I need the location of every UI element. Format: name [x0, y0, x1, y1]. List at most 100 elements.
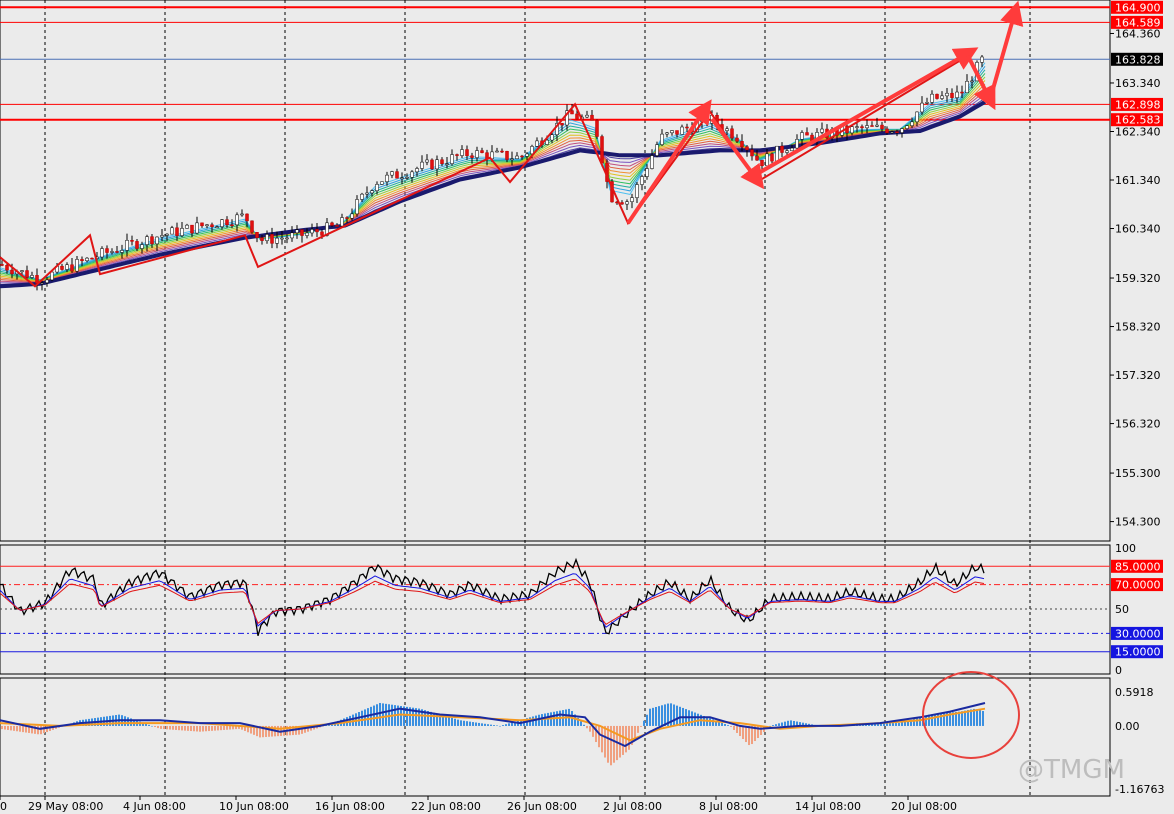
candle-body [450, 154, 454, 164]
macd-histogram-bar [742, 725, 744, 740]
macd-histogram-bar [172, 725, 174, 730]
candle-body [905, 125, 909, 129]
candle-body [60, 265, 64, 270]
candle-body [220, 219, 224, 227]
macd-histogram-bar [469, 721, 471, 726]
candle-body [320, 231, 324, 236]
macd-histogram-bar [40, 725, 42, 735]
candle-body [235, 214, 239, 226]
candle-body [500, 150, 504, 153]
macd-histogram-bar [505, 724, 507, 726]
candle-body [795, 139, 799, 149]
macd-histogram-bar [901, 722, 903, 726]
candle-body [620, 202, 624, 205]
time-label: 26 Jun 08:00 [507, 800, 577, 813]
candle-body [600, 136, 604, 164]
macd-histogram-bar [748, 725, 750, 746]
macd-histogram-bar [208, 725, 210, 732]
price-tick-label: 154.300 [1115, 516, 1161, 529]
candle-body [375, 184, 379, 191]
candle-body [365, 192, 369, 195]
macd-histogram-bar [163, 725, 165, 730]
macd-histogram-bar [898, 723, 900, 726]
macd-histogram-bar [736, 725, 738, 733]
macd-histogram-bar [367, 708, 369, 726]
candle-body [770, 153, 774, 162]
candle-body [575, 113, 579, 120]
candle-body [135, 241, 139, 249]
candle-body [595, 120, 599, 137]
macd-histogram-bar [730, 725, 732, 727]
candle-body [430, 159, 434, 170]
candle-body [725, 128, 729, 131]
macd-histogram-bar [193, 725, 195, 732]
price-tick-label: 162.340 [1115, 125, 1161, 138]
candle-body [735, 137, 739, 142]
candle-body [805, 132, 809, 136]
macd-histogram-bar [10, 725, 12, 731]
macd-histogram-bar [793, 720, 795, 726]
candle-body [285, 237, 289, 240]
candle-body [110, 251, 114, 253]
candle-body [250, 220, 254, 233]
candle-body [885, 128, 889, 134]
candle-body [200, 222, 204, 227]
candle-body [190, 224, 194, 234]
candle-body [390, 171, 394, 176]
price-tick-label: 155.300 [1115, 467, 1161, 480]
macd-histogram-bar [634, 725, 636, 739]
macd-histogram-bar [982, 711, 984, 726]
candle-body [460, 149, 464, 156]
candle-body [420, 161, 424, 169]
candle-body [530, 146, 534, 155]
macd-histogram-bar [358, 712, 360, 726]
candle-body [120, 250, 124, 253]
price-badge-label: 163.828 [1115, 53, 1161, 66]
candle-body [20, 270, 24, 272]
candle-body [505, 150, 509, 160]
macd-histogram-bar [658, 706, 660, 726]
candle-body [495, 150, 499, 153]
price-badge-label: 164.900 [1115, 1, 1161, 14]
candle-body [730, 128, 734, 139]
macd-histogram-bar [541, 714, 543, 726]
macd-histogram-bar [190, 725, 192, 732]
macd-histogram-bar [220, 725, 222, 731]
macd-histogram-bar [151, 725, 153, 727]
candle-body [395, 171, 399, 179]
macd-histogram-bar [889, 723, 891, 726]
candle-body [70, 264, 74, 272]
candle-body [850, 126, 854, 134]
macd-histogram-bar [892, 723, 894, 726]
candle-body [590, 114, 594, 121]
macd-histogram-bar [211, 725, 213, 731]
candle-body [535, 140, 539, 147]
macd-histogram-bar [205, 725, 207, 732]
candle-body [675, 130, 679, 135]
candle-body [425, 159, 429, 163]
macd-histogram-bar [979, 710, 981, 726]
candle-body [515, 155, 519, 160]
macd-histogram-bar [919, 717, 921, 726]
rsi-tick-label: 100 [1115, 542, 1136, 555]
rsi-level-label: 70.0000 [1115, 579, 1161, 592]
macd-histogram-bar [184, 725, 186, 731]
candle-body [950, 92, 954, 98]
candle-body [740, 141, 744, 147]
candle-body [230, 224, 234, 227]
candle-body [265, 234, 269, 241]
macd-histogram-bar [481, 723, 483, 726]
macd-histogram-bar [4, 725, 6, 730]
macd-histogram-bar [637, 725, 639, 733]
time-label: 4 Jun 08:00 [123, 800, 186, 813]
rsi-level-label: 15.0000 [1115, 646, 1161, 659]
candle-body [865, 125, 869, 129]
candle-body [640, 176, 644, 185]
macd-histogram-bar [508, 723, 510, 726]
time-label: 10 Jun 08:00 [219, 800, 289, 813]
candle-body [100, 248, 104, 258]
time-label: 16 Jun 08:00 [315, 800, 385, 813]
candle-body [765, 153, 769, 167]
candle-body [745, 146, 749, 151]
macd-histogram-bar [19, 725, 21, 732]
